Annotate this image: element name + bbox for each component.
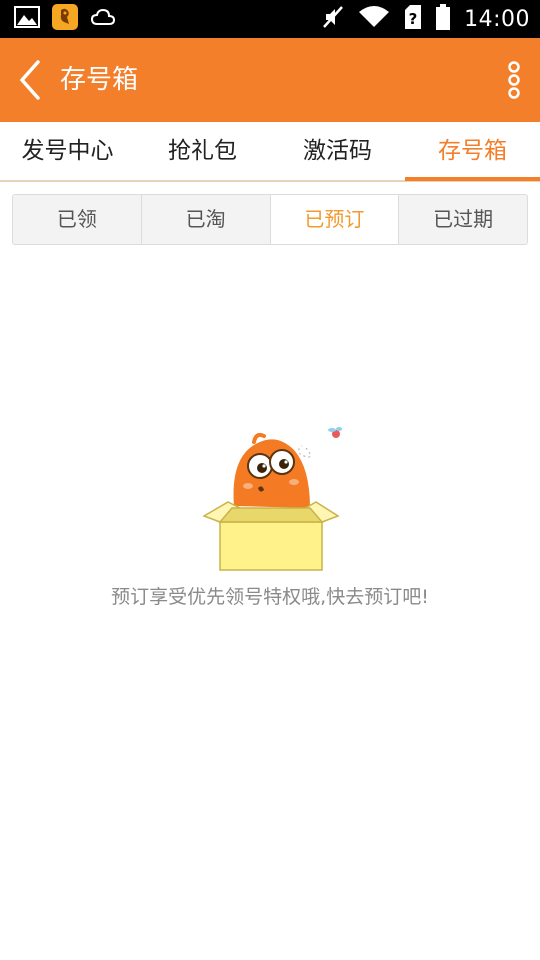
empty-state-message: 预订享受优先领号特权哦,快去预订吧! [111, 586, 429, 608]
active-tab-indicator [405, 177, 540, 181]
tab-grab-gift[interactable]: 抢礼包 [135, 122, 270, 180]
wifi-icon [358, 5, 390, 33]
top-tab-bar: 发号中心 抢礼包 激活码 存号箱 [0, 122, 540, 182]
more-menu-button[interactable] [502, 60, 526, 100]
more-vertical-icon [502, 61, 526, 104]
chevron-left-icon [14, 60, 48, 106]
tab-fahao-center[interactable]: 发号中心 [0, 122, 135, 180]
tab-storage-box[interactable]: 存号箱 [405, 122, 540, 180]
segment-received[interactable]: 已领 [13, 195, 142, 244]
status-bar-right: ? 14:00 [322, 4, 530, 34]
page-title: 存号箱 [60, 65, 139, 95]
segment-taotao[interactable]: 已淘 [141, 195, 271, 244]
image-icon [14, 6, 40, 32]
cloud-icon [90, 7, 116, 31]
battery-icon [436, 4, 451, 34]
status-bar-left [14, 4, 116, 34]
app-notification-icon [52, 4, 78, 34]
status-bar: ? 14:00 [0, 0, 540, 38]
svg-text:?: ? [409, 10, 418, 28]
mascot-in-box-illustration [198, 424, 344, 572]
back-button[interactable] [14, 58, 48, 102]
segment-expired[interactable]: 已过期 [399, 195, 527, 244]
app-bar: 存号箱 [0, 38, 540, 122]
status-segmented-control: 已领 已淘 已预订 已过期 [12, 194, 528, 245]
status-time: 14:00 [464, 6, 530, 32]
segment-reserved[interactable]: 已预订 [270, 195, 400, 244]
mute-icon [322, 5, 344, 33]
tab-activation-code[interactable]: 激活码 [270, 122, 405, 180]
sim-icon: ? [404, 5, 422, 33]
